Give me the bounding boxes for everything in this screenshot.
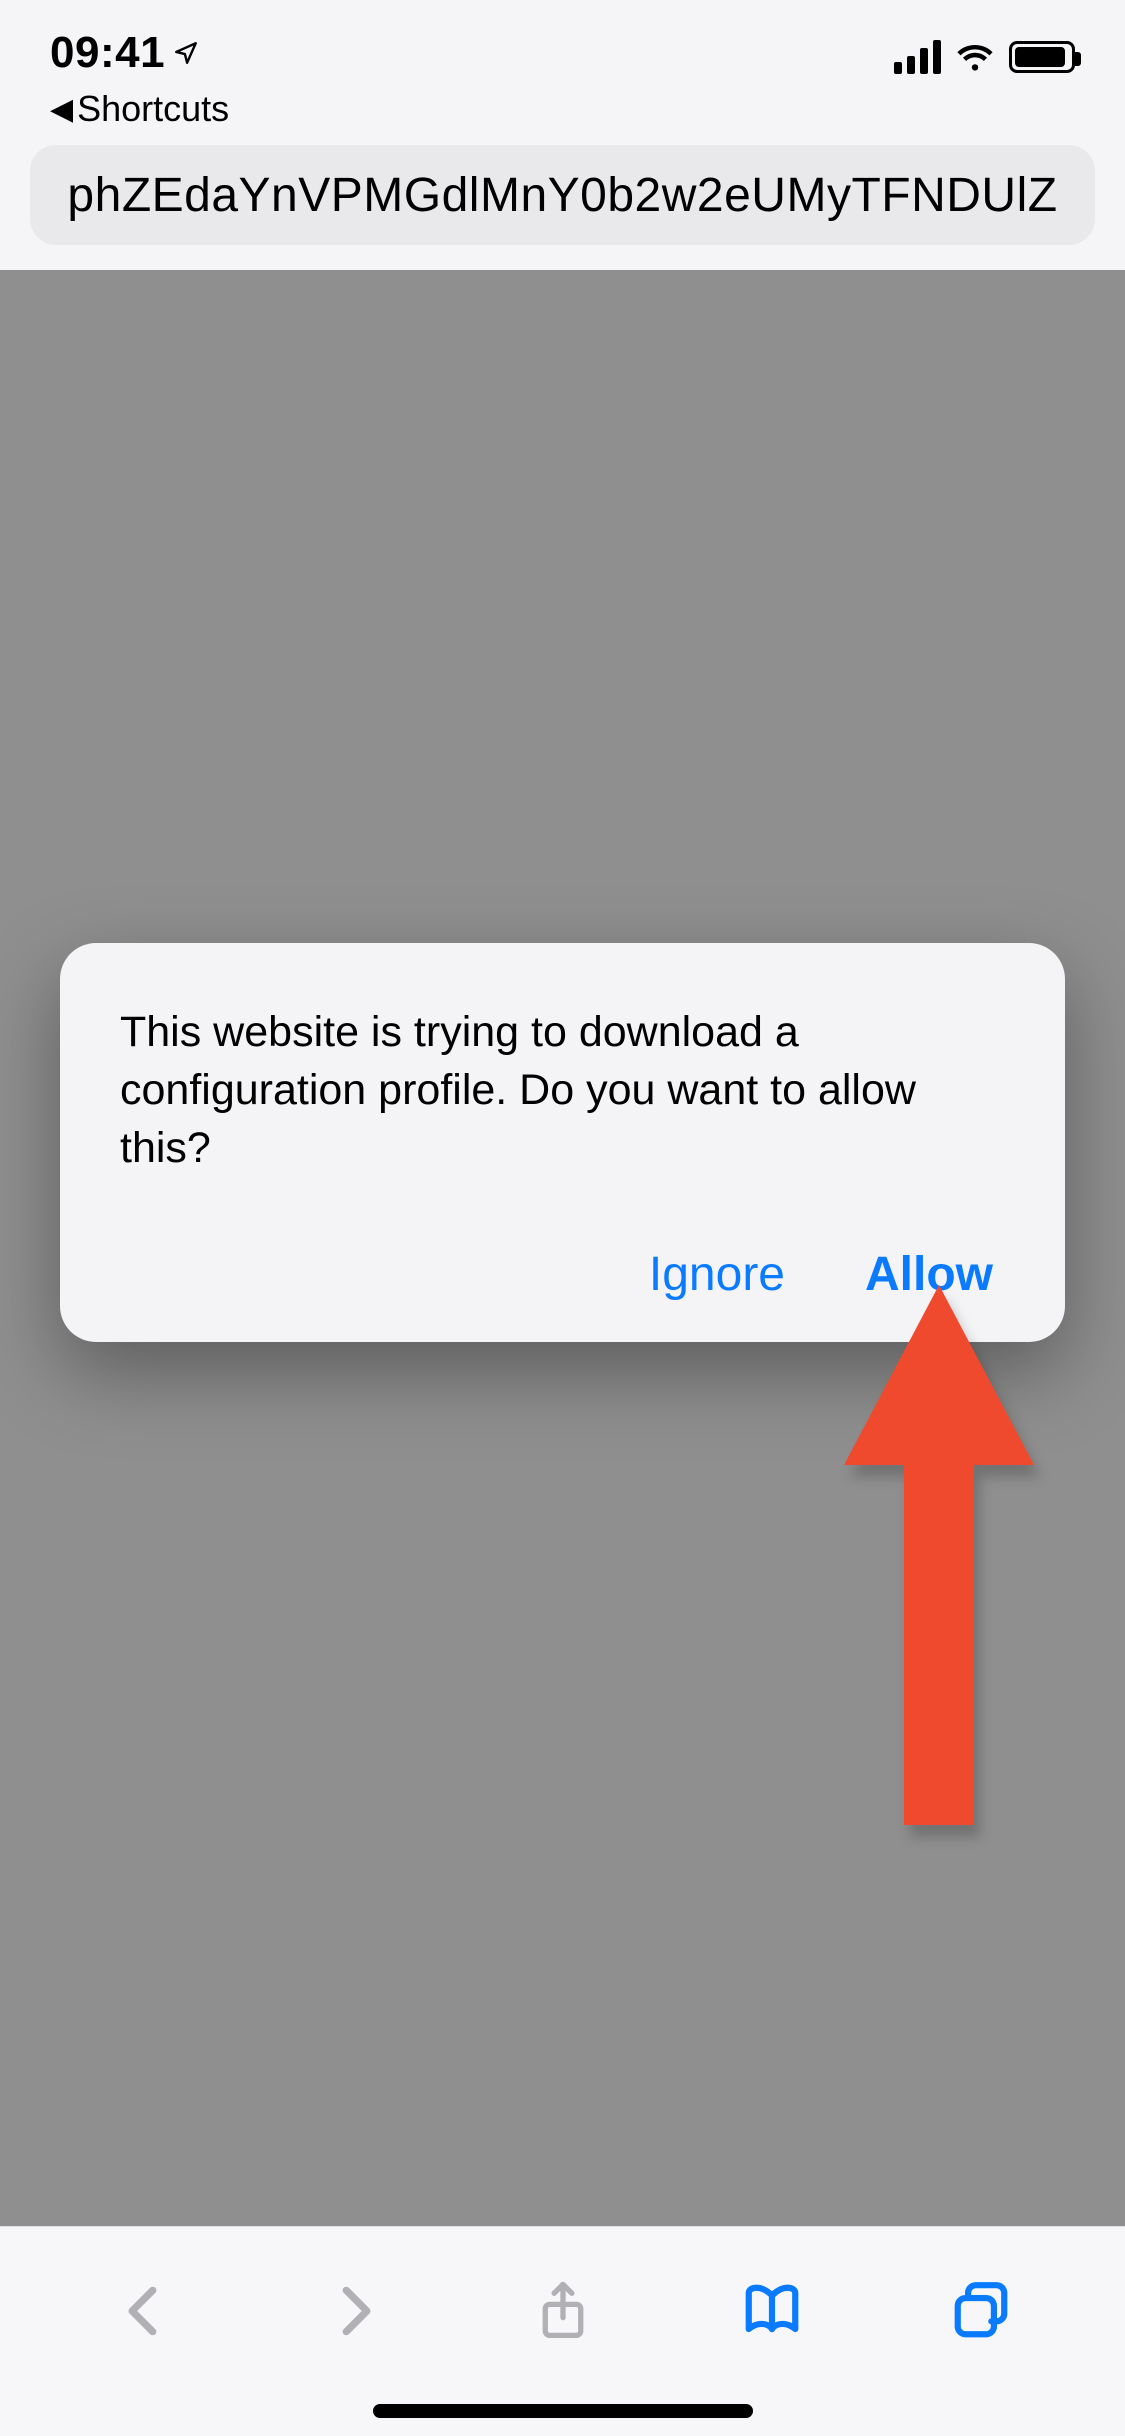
url-text: phZEdaYnVPMGdlMnY0b2w2eUMyTFNDUlZ [67, 168, 1057, 223]
forward-button[interactable] [314, 2271, 394, 2351]
status-bar: 09:41 ◀ Shortcuts [0, 0, 1125, 140]
chevron-right-icon [323, 2280, 385, 2342]
back-button[interactable] [105, 2271, 185, 2351]
url-bar[interactable]: phZEdaYnVPMGdlMnY0b2w2eUMyTFNDUlZ [30, 145, 1095, 245]
chevron-left-icon [114, 2280, 176, 2342]
home-indicator[interactable] [373, 2404, 753, 2418]
cellular-signal-icon [894, 40, 941, 74]
share-button[interactable] [523, 2271, 603, 2351]
back-app-label: Shortcuts [77, 88, 229, 130]
dialog-message: This website is trying to download a con… [120, 1003, 1005, 1177]
battery-icon [1009, 41, 1075, 73]
ignore-button[interactable]: Ignore [649, 1247, 785, 1302]
time: 09:41 [50, 28, 165, 78]
annotation-arrow [834, 1285, 1044, 1855]
share-icon [532, 2280, 594, 2342]
location-icon [173, 40, 199, 66]
tabs-icon [950, 2280, 1012, 2342]
wifi-icon [955, 41, 995, 73]
back-to-app[interactable]: ◀ Shortcuts [50, 88, 229, 130]
bookmarks-button[interactable] [732, 2271, 812, 2351]
book-icon [741, 2280, 803, 2342]
tabs-button[interactable] [941, 2271, 1021, 2351]
download-profile-dialog: This website is trying to download a con… [60, 943, 1065, 1342]
back-caret-icon: ◀ [50, 92, 73, 127]
